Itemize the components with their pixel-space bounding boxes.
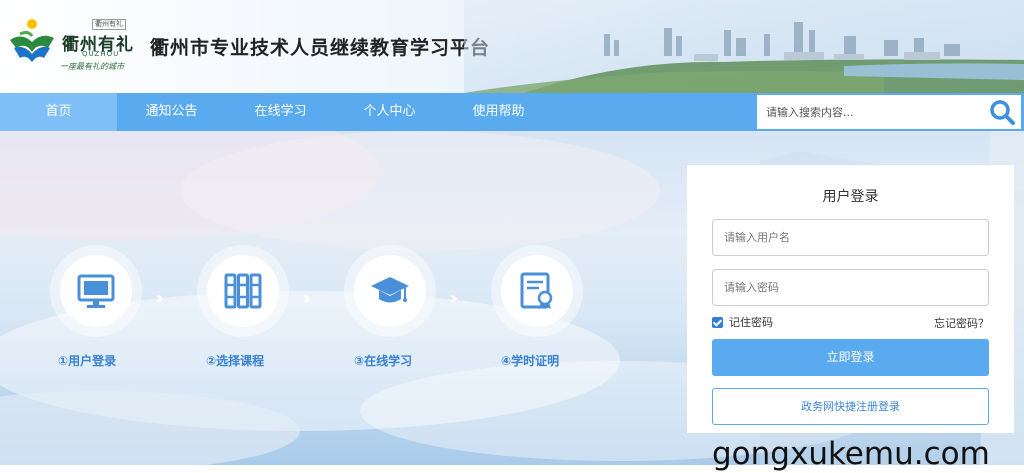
quzhou-logo-icon [10, 19, 54, 62]
step-user-login[interactable] [50, 245, 142, 337]
nav-item-personal-center[interactable]: 个人中心 [335, 93, 444, 131]
city-skyline-image [464, 0, 1024, 93]
step-arrow-icon: ››› [155, 288, 164, 309]
step-label-online-learning[interactable]: ③在线学习 [354, 352, 412, 369]
step-online-learning[interactable] [344, 245, 436, 337]
site-header: 衢州有礼 衢州有礼 QUZHOU 一座最有礼的城市 衢州市专业技术人员继续教育学… [0, 0, 1024, 93]
step-arrow-icon: ››› [449, 288, 458, 309]
login-title: 用户登录 [822, 189, 879, 205]
search-box [757, 95, 1021, 129]
login-button[interactable]: 立即登录 [712, 339, 989, 376]
nav-item-online-learning[interactable]: 在线学习 [226, 93, 335, 131]
login-panel: 用户登录 记住密码 忘记密码？ 立即登录 政务网快捷注册登录 [687, 165, 1014, 433]
watermark-text: gongxukemu.com [712, 436, 990, 472]
step-arrow-icon: ››› [302, 288, 311, 309]
remember-password-label: 记住密码 [729, 316, 773, 329]
forgot-password-link[interactable]: 忘记密码？ [934, 315, 989, 331]
quzhou-logo[interactable]: 衢州有礼 衢州有礼 QUZHOU 一座最有礼的城市 [8, 10, 140, 74]
nav-item-home[interactable]: 首页 [0, 93, 117, 131]
site-title: 衢州市专业技术人员继续教育学习平台 [150, 37, 491, 59]
graduation-cap-icon [371, 277, 409, 303]
search-input[interactable] [757, 95, 977, 129]
gov-quick-login-button[interactable]: 政务网快捷注册登录 [712, 388, 989, 425]
step-label-certificate[interactable]: ④学时证明 [501, 352, 559, 369]
monitor-icon [77, 274, 115, 308]
nav-item-notices[interactable]: 通知公告 [117, 93, 226, 131]
nav-item-help[interactable]: 使用帮助 [444, 93, 553, 131]
logo-slogan: 一座最有礼的城市 [60, 62, 124, 71]
books-icon [224, 273, 262, 309]
logo-pinyin: QUZHOU [82, 50, 120, 58]
step-select-course[interactable] [197, 245, 289, 337]
password-input[interactable] [712, 269, 989, 306]
logo-seal-text: 衢州有礼 [92, 19, 126, 30]
step-certificate[interactable] [491, 245, 583, 337]
remember-password-checkbox[interactable]: 记住密码 [712, 315, 773, 329]
step-label-user-login[interactable]: ①用户登录 [58, 352, 116, 369]
certificate-icon [520, 272, 553, 309]
step-label-select-course[interactable]: ②选择课程 [206, 352, 264, 369]
search-icon[interactable] [987, 98, 1017, 126]
username-input[interactable] [712, 219, 989, 256]
checkbox-checked-icon[interactable] [712, 316, 723, 328]
